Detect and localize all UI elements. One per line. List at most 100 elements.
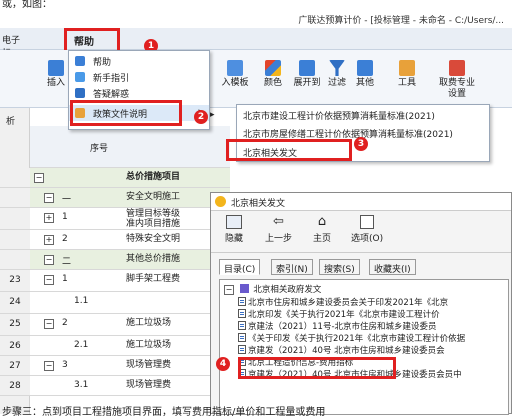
fee-setting-label-2: 设置 (447, 89, 466, 99)
submenu-item-2021-budget-standard[interactable]: 北京市建设工程计价依据预算消耗量标准(2021) (243, 109, 435, 122)
table-row[interactable]: − 总价措施项目 (0, 168, 230, 188)
table-row[interactable]: − 二 其他总价措施 (0, 250, 230, 270)
tree-root-label: 北京相关政府发文 (253, 285, 322, 295)
menu-item-faq[interactable]: 答疑解惑 (69, 85, 209, 101)
table-row[interactable]: +2 特殊安全文明 (0, 230, 230, 250)
row-number (0, 230, 30, 250)
menu-item-beginner-guide[interactable]: 新手指引 (69, 69, 209, 85)
row-number: 28 (0, 376, 30, 396)
back-arrow-icon: ⇦ (273, 214, 284, 229)
insert-button[interactable]: 插入 (44, 60, 68, 89)
highlight-policy-docs (70, 100, 182, 126)
row-number: 26 (0, 336, 30, 356)
tree-item-label: 京建发（2021）40号 北京市住房和城乡建设委员会 (248, 346, 445, 356)
tab-favorites[interactable]: 收藏夹(I) (369, 259, 416, 275)
row-toggle-icon[interactable]: − (44, 193, 54, 203)
table-row[interactable]: 28 3.1 现场管理费 (0, 376, 230, 396)
row-number (0, 168, 30, 188)
tab-search[interactable]: 搜索(S) (319, 259, 360, 275)
row-name: 总价措施项目 (126, 172, 181, 182)
app-title-bar: 广联达预算计价 - [投标管理 - 未命名 - C:/Users/... (0, 12, 512, 28)
submenu-pointer-icon: ▸ (210, 110, 215, 120)
row-number (0, 188, 30, 208)
tree-item[interactable]: 北京印发《关于执行2021年《北京市建设工程计价 (238, 308, 440, 320)
expand-to-button[interactable]: 展开到 (290, 60, 324, 89)
help-icon (75, 56, 85, 66)
row-name: 施工垃圾场 (126, 340, 172, 350)
grid-header-seq: 序号 (90, 144, 109, 154)
table-row[interactable]: − 一 安全文明施工 (0, 188, 230, 208)
row-toggle-icon[interactable]: − (44, 361, 54, 371)
menu-item-beginner-guide-label: 新手指引 (93, 74, 130, 84)
row-number: 23 (0, 270, 30, 292)
tab-index[interactable]: 索引(N) (271, 259, 313, 275)
menu-item-help-doc[interactable]: 帮助 (69, 53, 209, 69)
row-toggle-icon[interactable]: − (44, 255, 54, 265)
help-window-title-bar: 北京相关发文 (211, 193, 511, 211)
grid-apps-icon (357, 60, 373, 76)
filter-button[interactable]: 过滤 (326, 60, 348, 89)
row-toggle-icon[interactable]: − (34, 173, 44, 183)
step-instruction: 步骤三：点到项目工程措施项目界面，填写费用指标/单价和工程量或费用 (0, 402, 512, 418)
row-code: 二 (62, 257, 72, 267)
tree-root[interactable]: − 北京相关政府发文 (224, 283, 321, 295)
help-window-tabs: 目录(C) 索引(N) 搜索(S) 收藏夹(I) (211, 255, 511, 277)
home-button[interactable]: ⌂ 主页 (313, 214, 331, 245)
help-window-toolbar: 隐藏 ⇦ 上一步 ⌂ 主页 选项(O) (211, 211, 511, 253)
table-row[interactable]: 23 −1 脚手架工程费 (0, 270, 230, 292)
table-row[interactable]: 26 2.1 施工垃圾场 (0, 336, 230, 356)
intro-text-label: 或，如图： (2, 0, 52, 10)
tools-button[interactable]: 工具 (394, 60, 420, 89)
row-code: 2.1 (74, 340, 89, 350)
row-number (0, 250, 30, 270)
document-icon (238, 297, 246, 306)
tree-item[interactable]: 《关于印发《关于执行2021年《北京市建设工程计价依据 (238, 332, 465, 344)
back-button[interactable]: ⇦ 上一步 (265, 214, 293, 245)
menu-item-e-bid[interactable]: 电子标 (0, 28, 28, 59)
row-toggle-icon[interactable]: − (44, 319, 54, 329)
tree-item[interactable]: 北京市住房和城乡建设委员会关于印发2021年《北京 (238, 296, 448, 308)
row-toggle-icon[interactable]: − (44, 275, 54, 285)
faq-icon (75, 88, 85, 98)
tab-contents[interactable]: 目录(C) (219, 259, 261, 275)
options-button[interactable]: 选项(O) (351, 215, 383, 244)
table-row[interactable]: +1 管理目标等级 准内项目措施 (0, 208, 230, 230)
template-button[interactable]: 入模板 (218, 60, 252, 89)
tree-item[interactable]: 京建发（2021）40号 北京市住房和城乡建设委员会 (238, 344, 445, 356)
tools-label: 工具 (397, 78, 416, 88)
document-icon (238, 321, 246, 330)
fee-setting-button[interactable]: 取费专业 设置 (432, 60, 482, 100)
measures-grid: 序号 − 总价措施项目 − 一安全文明施工 +1 管理目标等级 准内项目措施 +2 特殊安全文… (0, 126, 230, 414)
grid-header: 序号 (30, 126, 230, 168)
fee-setting-icon (449, 60, 465, 76)
home-icon: ⌂ (317, 214, 327, 229)
menu-item-help-doc-label: 帮助 (93, 58, 112, 68)
document-icon (238, 345, 246, 354)
color-button[interactable]: 颜色 (260, 60, 286, 89)
contents-tree: − 北京相关政府发文 北京市住房和城乡建设委员会关于印发2021年《北京 北京印发… (219, 279, 509, 415)
back-label: 上一步 (265, 234, 293, 244)
template-label: 入模板 (221, 78, 249, 88)
table-row[interactable]: 24 1.1 (0, 292, 230, 314)
document-icon (238, 309, 246, 318)
other-label: 其他 (355, 78, 374, 88)
hide-button[interactable]: 隐藏 (225, 215, 243, 244)
row-name: 特殊安全文明 (126, 234, 181, 244)
row-name: 安全文明施工 (126, 192, 181, 202)
row-toggle-icon[interactable]: + (44, 235, 54, 245)
tree-item[interactable]: 京建法（2021）11号-北京市住房和城乡建设委员 (238, 320, 437, 332)
row-number: 24 (0, 292, 30, 314)
table-row[interactable]: 25 −2 施工垃圾场 (0, 314, 230, 336)
collapse-toggle-icon[interactable]: − (224, 285, 234, 295)
other-button[interactable]: 其他 (352, 60, 378, 89)
expand-label: 展开到 (293, 78, 321, 88)
menu-item-faq-label: 答疑解惑 (93, 90, 130, 100)
row-code: 3.1 (74, 380, 89, 390)
toolbox-icon (399, 60, 415, 76)
table-row[interactable]: 27 −3 现场管理费 (0, 356, 230, 376)
hide-label: 隐藏 (225, 234, 244, 244)
insert-icon (48, 60, 64, 76)
row-toggle-icon[interactable]: + (44, 213, 54, 223)
book-icon (239, 284, 249, 293)
filter-icon (329, 60, 345, 76)
